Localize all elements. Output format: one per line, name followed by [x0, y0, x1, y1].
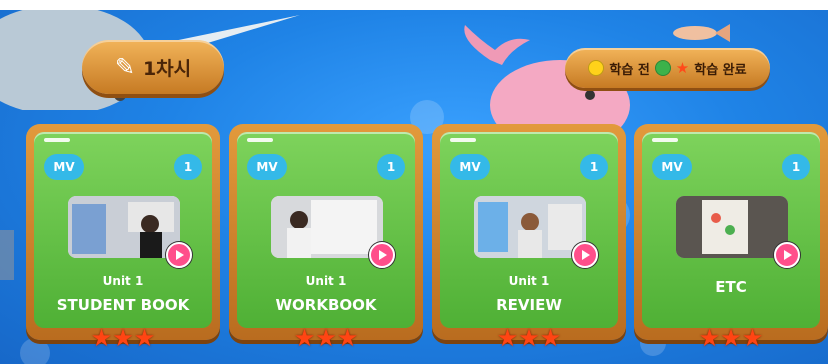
star-icon: ★	[336, 324, 359, 352]
mv-badge: MV	[44, 154, 84, 180]
left-edge	[0, 230, 14, 280]
card-highlight	[247, 138, 273, 142]
session-label: 1차시	[142, 57, 192, 80]
play-icon[interactable]	[369, 242, 395, 268]
star-icon: ★	[90, 324, 113, 352]
card-highlight	[652, 138, 678, 142]
session-button[interactable]: ✎ 1차시	[82, 40, 224, 94]
card-title: ETC	[715, 278, 747, 296]
count-badge: 1	[174, 154, 202, 180]
star-icon: ★	[720, 324, 742, 352]
star-rating: ★ ★ ★	[26, 326, 220, 350]
play-icon[interactable]	[774, 242, 800, 268]
video-thumbnail-image	[676, 196, 788, 258]
card-highlight	[450, 138, 476, 142]
unit-label: Unit 1	[508, 274, 550, 288]
card-title: WORKBOOK	[275, 296, 377, 314]
play-icon[interactable]	[572, 242, 598, 268]
count-badge: 1	[377, 154, 405, 180]
video-thumbnail[interactable]	[474, 196, 586, 258]
mv-badge: MV	[450, 154, 490, 180]
completed-dot-icon	[654, 60, 671, 76]
star-icon: ★	[698, 324, 721, 352]
mv-badge: MV	[652, 154, 692, 180]
video-thumbnail-image	[474, 196, 586, 258]
video-thumbnail[interactable]	[676, 196, 788, 258]
star-icon: ★	[518, 324, 540, 352]
count-badge: 1	[782, 154, 810, 180]
pencil-icon: ✎	[114, 53, 135, 81]
star-rating: ★ ★ ★	[634, 326, 828, 350]
star-rating: ★ ★ ★	[229, 326, 423, 350]
star-icon: ★	[539, 324, 562, 352]
video-thumbnail[interactable]	[271, 196, 383, 258]
star-icon: ★	[496, 324, 519, 352]
card-etc[interactable]: MV 1 ETC ★ ★ ★	[634, 124, 828, 350]
card-title: STUDENT BOOK	[56, 296, 190, 314]
legend-before-label: 학습 전	[609, 62, 650, 78]
video-thumbnail-image	[68, 196, 180, 258]
card-student-book[interactable]: MV 1 Unit 1 STUDENT BOOK ★ ★ ★	[26, 124, 220, 350]
unit-label: Unit 1	[305, 274, 347, 288]
status-legend: 학습 전 ★ 학습 완료	[565, 48, 770, 88]
card-title: REVIEW	[496, 296, 562, 314]
not-started-dot-icon	[588, 60, 605, 76]
card-workbook[interactable]: MV 1 Unit 1 WORKBOOK ★ ★ ★	[229, 124, 423, 350]
star-rating: ★ ★ ★	[432, 326, 626, 350]
card-body: MV 1 Unit 1 STUDENT BOOK	[34, 132, 212, 328]
count-badge: 1	[580, 154, 608, 180]
star-icon: ★	[293, 324, 316, 352]
card-review[interactable]: MV 1 Unit 1 REVIEW ★ ★ ★	[432, 124, 626, 350]
card-highlight	[44, 138, 70, 142]
fish-icon	[673, 24, 730, 42]
video-thumbnail[interactable]	[68, 196, 180, 258]
mv-badge: MV	[247, 154, 287, 180]
unit-label: Unit 1	[102, 274, 144, 288]
card-body: MV 1 Unit 1 REVIEW	[440, 132, 618, 328]
star-icon: ★	[741, 324, 764, 352]
star-icon: ★	[133, 324, 156, 352]
top-strip	[0, 0, 828, 10]
legend-done-label: 학습 완료	[694, 62, 747, 78]
star-icon: ★	[112, 324, 134, 352]
star-icon: ★	[675, 59, 690, 77]
card-body: MV 1 Unit 1 WORKBOOK	[237, 132, 415, 328]
star-icon: ★	[315, 324, 337, 352]
video-thumbnail-image	[271, 196, 383, 258]
play-icon[interactable]	[166, 242, 192, 268]
card-body: MV 1 ETC	[642, 132, 820, 328]
